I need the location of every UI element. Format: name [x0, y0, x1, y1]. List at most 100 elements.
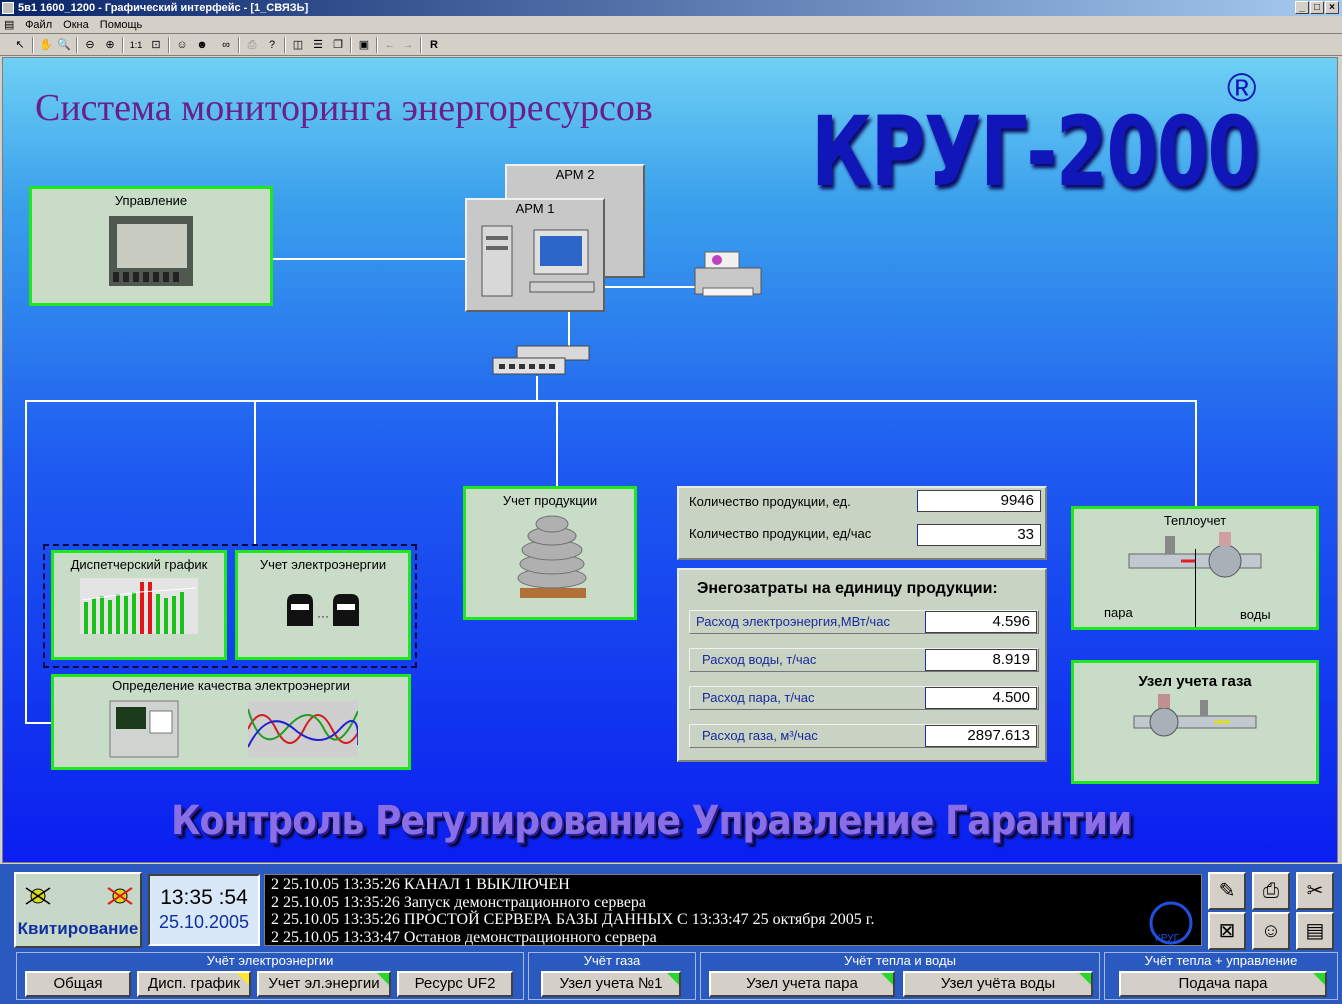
arm1-workstation[interactable]: АРМ 1 — [465, 198, 605, 312]
window-icon[interactable]: ▣ — [356, 37, 372, 53]
system-menu-icon[interactable]: ▤ — [4, 16, 14, 34]
pointer-icon[interactable]: ↖ — [12, 37, 28, 53]
group-electric-title: Учёт электроэнергии — [206, 953, 334, 968]
btn-common[interactable]: Общая — [25, 971, 131, 997]
tile-vertical-icon[interactable]: ◫ — [290, 37, 306, 53]
title-bar: 5в1 1600_1200 - Графический интерфейс - … — [0, 0, 1342, 16]
trend-icon[interactable]: ▤ — [1296, 912, 1334, 950]
electric-card[interactable]: Учет электроэнергии ··· — [235, 550, 411, 660]
control-card[interactable]: Управление — [29, 186, 273, 306]
forward-icon[interactable]: → — [400, 37, 416, 53]
magnifier-icon[interactable]: 🔍 — [56, 37, 72, 53]
tile-horizontal-icon[interactable]: ☰ — [310, 37, 326, 53]
svg-text:···: ··· — [317, 609, 329, 623]
btn-feed-label: Подача пара — [1178, 975, 1268, 992]
energy-gas-label: Расход газа, м³/час — [702, 728, 818, 743]
btn-feed[interactable]: Подача пара — [1119, 971, 1327, 997]
heat-card[interactable]: Теплоучет пара воды — [1071, 506, 1319, 630]
waveform-icon — [248, 701, 358, 757]
back-icon[interactable]: ← — [382, 37, 398, 53]
scroll-icon[interactable]: ✎ — [1208, 872, 1246, 910]
btn-water[interactable]: Узел учёта воды — [903, 971, 1093, 997]
electric-meter-icon: ··· — [287, 594, 359, 626]
binoculars-icon[interactable]: ∞ — [218, 37, 234, 53]
group-heat: Учёт тепла и воды Узел учета пара Узел у… — [700, 952, 1100, 1000]
production-qty-value: 9946 — [917, 490, 1041, 512]
production-rate-value: 33 — [917, 524, 1041, 546]
tools-icon[interactable]: ✂ — [1296, 872, 1334, 910]
event-line: 2 25.10.05 13:35:26 КАНАЛ 1 ВЫКЛЮЧЕН — [271, 876, 570, 893]
group-electric: Учёт электроэнергии Общая Дисп. график У… — [16, 952, 524, 1000]
zoom-100-icon[interactable]: 1:1 — [128, 37, 144, 53]
report-print-icon[interactable]: ⎙ — [1252, 872, 1290, 910]
group-heatctl: Учёт тепла + управление Подача пара — [1104, 952, 1338, 1000]
gas-card[interactable]: Узел учета газа — [1071, 660, 1319, 784]
electric-label: Учет электроэнергии — [259, 557, 387, 572]
btn-eluch[interactable]: Учет эл.энергии — [257, 971, 391, 997]
btn-gas1[interactable]: Узел учета №1 — [541, 971, 681, 997]
krug-logo: КРУГ-2000 — [811, 96, 1260, 208]
btn-water-label: Узел учёта воды — [940, 975, 1056, 992]
analyzer-icon — [109, 700, 179, 758]
group-gas: Учёт газа Узел учета №1 — [528, 952, 696, 1000]
quality-label: Определение качества электроэнергии — [112, 678, 350, 693]
ack-label: Квитирование — [17, 919, 139, 938]
menu-windows[interactable]: Окна — [63, 16, 89, 34]
dispatch-chart-icon — [80, 578, 198, 634]
heat-water-label: воды — [1240, 607, 1271, 622]
operator-icon[interactable]: ☺ — [1252, 912, 1290, 950]
arm2-label: АРМ 2 — [555, 167, 595, 182]
menu-bar: ▤ Файл Окна Помощь — [0, 16, 1342, 34]
close-button[interactable]: × — [1325, 1, 1339, 14]
btn-steam-label: Узел учета пара — [746, 975, 858, 992]
ack-button[interactable]: Квитирование — [14, 872, 142, 948]
clock: 13:35 :54 25.10.2005 — [148, 874, 260, 946]
status-panel: Квитирование 13:35 :54 25.10.2005 2 25.1… — [0, 864, 1342, 1004]
gas-pipe-icon — [1133, 694, 1257, 737]
users-icon[interactable]: ☺ — [174, 37, 190, 53]
energy-water-value: 8.919 — [925, 649, 1037, 671]
energy-gas-value: 2897.613 — [925, 725, 1037, 747]
mnemonic-diagram: Система мониторинга энергоресурсов КРУГ-… — [2, 57, 1338, 863]
product-card[interactable]: Учет продукции — [463, 486, 637, 620]
btn-steam[interactable]: Узел учета пара — [709, 971, 895, 997]
heat-label: Теплоучет — [1163, 513, 1227, 528]
ack-icons — [25, 887, 133, 905]
quality-card[interactable]: Определение качества электроэнергии — [51, 674, 411, 770]
zoom-in-icon[interactable]: ⊕ — [102, 37, 118, 53]
event-line: 2 25.10.05 13:35:26 Запуск демонстрацион… — [271, 893, 647, 911]
group-heatctl-title: Учёт тепла + управление — [1144, 953, 1298, 968]
btn-common-label: Общая — [53, 975, 103, 992]
energy-water-label: Расход воды, т/час — [702, 652, 817, 667]
registered-mark: ® — [1227, 66, 1257, 110]
help-icon[interactable]: ? — [264, 37, 280, 53]
maximize-button[interactable]: □ — [1310, 1, 1324, 14]
window-title: 5в1 1600_1200 - Графический интерфейс - … — [18, 2, 309, 14]
network-off-icon[interactable]: ⊠ — [1208, 912, 1246, 950]
user-edit-icon[interactable]: ☻ — [194, 37, 210, 53]
cascade-icon[interactable]: ❐ — [330, 37, 346, 53]
toolbar: ↖ ✋ 🔍 ⊖ ⊕ 1:1 ⊡ ☺ ☻ ∞ ⎙ ? ◫ ☰ ❐ ▣ ← → R — [0, 34, 1342, 56]
printer-icon — [694, 251, 762, 297]
event-log[interactable]: 2 25.10.05 13:35:26 КАНАЛ 1 ВЫКЛЮЧЕН 2 2… — [264, 874, 1202, 946]
energy-title: Энегозатраты на единицу продукции: — [697, 580, 998, 597]
print-icon[interactable]: ⎙ — [244, 37, 260, 53]
zoom-fit-icon[interactable]: ⊡ — [148, 37, 164, 53]
menu-help[interactable]: Помощь — [100, 16, 143, 34]
dispatch-card[interactable]: Диспетчерский график — [51, 550, 227, 660]
sacks-icon — [517, 515, 587, 598]
network-switch-icon — [492, 345, 590, 375]
btn-uf2[interactable]: Ресурс UF2 — [397, 971, 513, 997]
btn-uf2-label: Ресурс UF2 — [414, 975, 496, 992]
app-icon — [2, 2, 14, 14]
minimize-button[interactable]: _ — [1295, 1, 1309, 14]
page-heading: Система мониторинга энергоресурсов — [35, 87, 653, 129]
refresh-r-icon[interactable]: R — [426, 37, 442, 53]
hand-icon[interactable]: ✋ — [38, 37, 54, 53]
clock-date: 25.10.2005 — [158, 912, 250, 932]
btn-disp-label: Дисп. график — [148, 975, 240, 992]
zoom-out-icon[interactable]: ⊖ — [82, 37, 98, 53]
btn-disp[interactable]: Дисп. график — [137, 971, 251, 997]
dispatch-label: Диспетчерский график — [70, 557, 208, 572]
menu-file[interactable]: Файл — [25, 16, 52, 34]
